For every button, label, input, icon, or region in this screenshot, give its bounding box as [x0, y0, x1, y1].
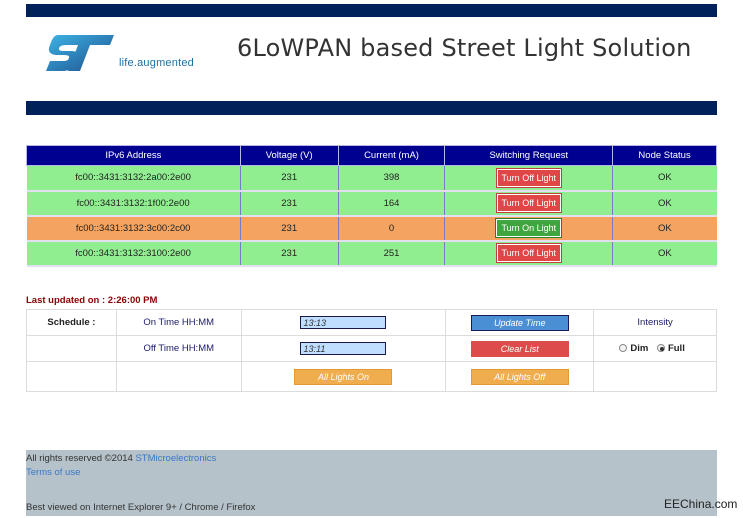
header-top-bar: [26, 4, 717, 17]
best-viewed-text: Best viewed on Internet Explorer 9+ / Ch…: [26, 502, 256, 513]
update-time-cell: Update Time: [445, 309, 595, 336]
empty-cell: [26, 361, 117, 392]
cell-address: fc00::3431:3132:3c00:2c00: [26, 215, 241, 242]
cell-address: fc00::3431:3132:2a00:2e00: [26, 165, 241, 192]
cell-switch: Turn Off Light: [444, 240, 614, 267]
schedule-row-on: Schedule : On Time HH:MM Update Time Int…: [26, 309, 717, 336]
turn-off-light-button[interactable]: Turn Off Light: [495, 167, 563, 188]
st-logo-icon: [46, 35, 114, 71]
node-table: IPv6 Address Voltage (V) Current (mA) Sw…: [26, 145, 717, 267]
on-time-cell: [240, 309, 447, 336]
intensity-label: Intensity: [593, 309, 717, 336]
cell-voltage: 231: [240, 165, 339, 192]
off-time-label: Off Time HH:MM: [115, 335, 242, 362]
on-time-input[interactable]: [300, 316, 387, 329]
cell-voltage: 231: [240, 190, 339, 217]
off-time-input[interactable]: [300, 342, 387, 355]
cell-current: 0: [338, 215, 446, 242]
cell-voltage: 231: [240, 215, 339, 242]
all-off-cell: All Lights Off: [445, 361, 595, 392]
company-link[interactable]: STMicroelectronics: [135, 453, 216, 464]
cell-status: OK: [612, 240, 717, 267]
cell-current: 164: [338, 190, 446, 217]
col-node-status: Node Status: [612, 145, 717, 166]
empty-cell: [593, 361, 717, 392]
col-ipv6-address: IPv6 Address: [26, 145, 241, 166]
full-radio[interactable]: [656, 344, 665, 352]
empty-cell: [26, 335, 117, 362]
cell-voltage: 231: [240, 240, 339, 267]
page-title: 6LoWPAN based Street Light Solution: [237, 34, 692, 62]
logo-tagline: life.augmented: [119, 57, 194, 69]
header-bottom-bar: [26, 101, 717, 115]
node-table-header: IPv6 Address Voltage (V) Current (mA) Sw…: [26, 145, 717, 166]
intensity-options: Dim Full: [593, 335, 717, 362]
table-row: fc00::3431:3132:2a00:2e00 231 398 Turn O…: [26, 165, 717, 192]
off-time-cell: [240, 335, 447, 362]
watermark: EEChina.com: [664, 497, 738, 511]
update-time-button[interactable]: Update Time: [470, 314, 569, 331]
on-time-label: On Time HH:MM: [115, 309, 242, 336]
last-updated-text: Last updated on : 2:26:00 PM: [26, 295, 158, 306]
cell-switch: Turn On Light: [444, 215, 614, 242]
cell-switch: Turn Off Light: [444, 165, 614, 192]
terms-line: Terms of use: [26, 467, 80, 478]
terms-of-use-link[interactable]: Terms of use: [26, 467, 80, 478]
copyright-line: All rights reserved ©2014 STMicroelectro…: [26, 453, 216, 464]
cell-address: fc00::3431:3132:3100:2e00: [26, 240, 241, 267]
col-current: Current (mA): [337, 145, 446, 166]
cell-current: 251: [338, 240, 446, 267]
schedule-row-all: All Lights On All Lights Off: [26, 361, 717, 392]
empty-cell: [115, 361, 242, 392]
cell-switch: Turn Off Light: [444, 190, 614, 217]
copyright-text: All rights reserved ©2014: [26, 453, 136, 464]
table-row: fc00::3431:3132:3c00:2c00 231 0 Turn On …: [26, 215, 717, 242]
st-logo: life.augmented: [44, 33, 204, 73]
turn-off-light-button[interactable]: Turn Off Light: [495, 243, 563, 263]
clear-list-cell: Clear List: [445, 335, 595, 362]
cell-status: OK: [612, 215, 717, 242]
cell-status: OK: [612, 190, 717, 217]
cell-address: fc00::3431:3132:1f00:2e00: [26, 190, 241, 217]
all-lights-off-button[interactable]: All Lights Off: [470, 368, 569, 385]
dim-radio[interactable]: [619, 344, 628, 352]
cell-current: 398: [338, 165, 446, 192]
schedule-label: Schedule :: [26, 309, 117, 336]
schedule-row-off: Off Time HH:MM Clear List Dim Full: [26, 335, 717, 362]
turn-off-light-button[interactable]: Turn Off Light: [495, 193, 563, 213]
all-on-cell: All Lights On: [240, 361, 447, 392]
table-row: fc00::3431:3132:1f00:2e00 231 164 Turn O…: [26, 190, 717, 217]
footer: All rights reserved ©2014 STMicroelectro…: [26, 450, 717, 516]
schedule-table: Schedule : On Time HH:MM Update Time Int…: [26, 309, 717, 392]
col-switching-request: Switching Request: [444, 145, 614, 166]
col-voltage: Voltage (V): [239, 145, 339, 166]
dim-label: Dim: [630, 343, 649, 354]
full-label: Full: [667, 343, 685, 354]
clear-list-button[interactable]: Clear List: [470, 340, 569, 357]
all-lights-on-button[interactable]: All Lights On: [294, 368, 393, 385]
turn-on-light-button[interactable]: Turn On Light: [495, 218, 563, 238]
cell-status: OK: [612, 165, 717, 192]
table-row: fc00::3431:3132:3100:2e00 231 251 Turn O…: [26, 240, 717, 267]
